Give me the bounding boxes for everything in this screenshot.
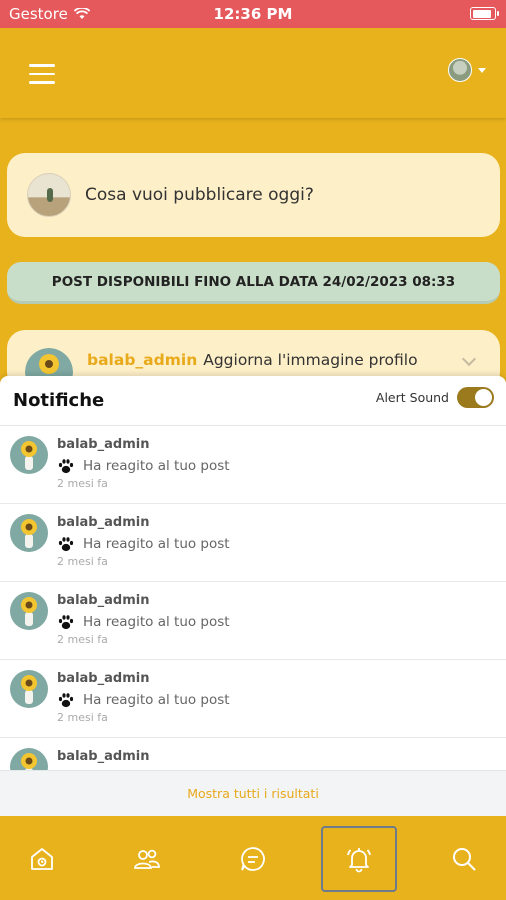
- bottom-navigation: [0, 816, 506, 900]
- friends-icon: [134, 849, 160, 869]
- notification-user: balab_admin: [57, 593, 150, 608]
- post-header: balab_admin Aggiorna l'immagine profilo: [87, 351, 418, 369]
- notification-user: balab_admin: [57, 671, 150, 686]
- notification-message-row: Ha reagito al tuo post: [57, 613, 230, 631]
- battery-icon: [470, 7, 499, 20]
- notification-item[interactable]: balab_admin Ha reagito al tuo post 2 mesi …: [0, 582, 506, 660]
- notification-message-row: Ha reagito al tuo post: [57, 691, 230, 709]
- notification-time: 2 mesi fa: [57, 633, 108, 646]
- notification-message-row: Ha reagito al tuo post: [57, 457, 230, 475]
- nav-notifications[interactable]: [321, 826, 397, 892]
- notification-time: 2 mesi fa: [57, 555, 108, 568]
- notifications-list: balab_admin Ha reagito al tuo post 2 mesi …: [0, 426, 506, 816]
- notification-time: 2 mesi fa: [57, 711, 108, 724]
- chat-icon: [241, 847, 265, 871]
- notification-message: Ha reagito al tuo post: [83, 692, 230, 708]
- post-action: Aggiorna l'immagine profilo: [203, 351, 418, 369]
- notification-message: Ha reagito al tuo post: [83, 458, 230, 474]
- chevron-down-icon: [478, 67, 486, 73]
- notification-avatar: [10, 436, 48, 474]
- user-avatar: [448, 58, 472, 82]
- nav-friends[interactable]: [109, 826, 185, 892]
- notification-message-row: Ha reagito al tuo post: [57, 535, 230, 553]
- bell-icon: [347, 848, 371, 873]
- post-composer[interactable]: Cosa vuoi pubblicare oggi?: [7, 153, 500, 237]
- notification-user: balab_admin: [57, 749, 150, 764]
- notification-avatar: [10, 514, 48, 552]
- notifications-title: Notifiche: [13, 390, 105, 411]
- nav-chat[interactable]: [215, 826, 291, 892]
- notification-user: balab_admin: [57, 437, 150, 452]
- notification-message: Ha reagito al tuo post: [83, 614, 230, 630]
- paw-icon: [58, 693, 74, 708]
- menu-icon[interactable]: [29, 64, 55, 84]
- notification-message: Ha reagito al tuo post: [83, 536, 230, 552]
- chevron-down-icon[interactable]: [461, 351, 477, 367]
- notification-item[interactable]: balab_admin Ha reagito al tuo post 2 mesi …: [0, 426, 506, 504]
- alert-sound-toggle[interactable]: [457, 387, 494, 408]
- post-username[interactable]: balab_admin: [87, 351, 197, 369]
- status-time: 12:36 PM: [213, 5, 293, 23]
- notification-avatar: [10, 592, 48, 630]
- show-all-results-button[interactable]: Mostra tutti i risultati: [0, 770, 506, 816]
- alert-sound-setting: Alert Sound: [376, 387, 494, 408]
- composer-prompt: Cosa vuoi pubblicare oggi?: [85, 185, 314, 205]
- notification-item[interactable]: balab_admin Ha reagito al tuo post 2 mesi …: [0, 504, 506, 582]
- paw-icon: [58, 537, 74, 552]
- paw-icon: [58, 615, 74, 630]
- nav-home[interactable]: [4, 826, 80, 892]
- notification-time: 2 mesi fa: [57, 477, 108, 490]
- status-bar: Gestore 12:36 PM: [0, 0, 506, 28]
- profile-menu-button[interactable]: [448, 58, 486, 82]
- availability-banner: POST DISPONIBILI FINO ALLA DATA 24/02/20…: [7, 262, 500, 304]
- notification-avatar: [10, 670, 48, 708]
- notification-item[interactable]: balab_admin Ha reagito al tuo post 2 mesi …: [0, 660, 506, 738]
- notification-user: balab_admin: [57, 515, 150, 530]
- nav-search[interactable]: [426, 826, 502, 892]
- paw-icon: [58, 459, 74, 474]
- notifications-panel: Notifiche Alert Sound balab_admin Ha reag…: [0, 376, 506, 816]
- notifications-header: Notifiche Alert Sound: [0, 376, 506, 426]
- top-app-bar: [0, 28, 506, 118]
- alert-sound-label: Alert Sound: [375, 390, 449, 405]
- home-icon: [31, 848, 53, 870]
- composer-avatar: [27, 173, 71, 217]
- search-icon: [453, 848, 476, 871]
